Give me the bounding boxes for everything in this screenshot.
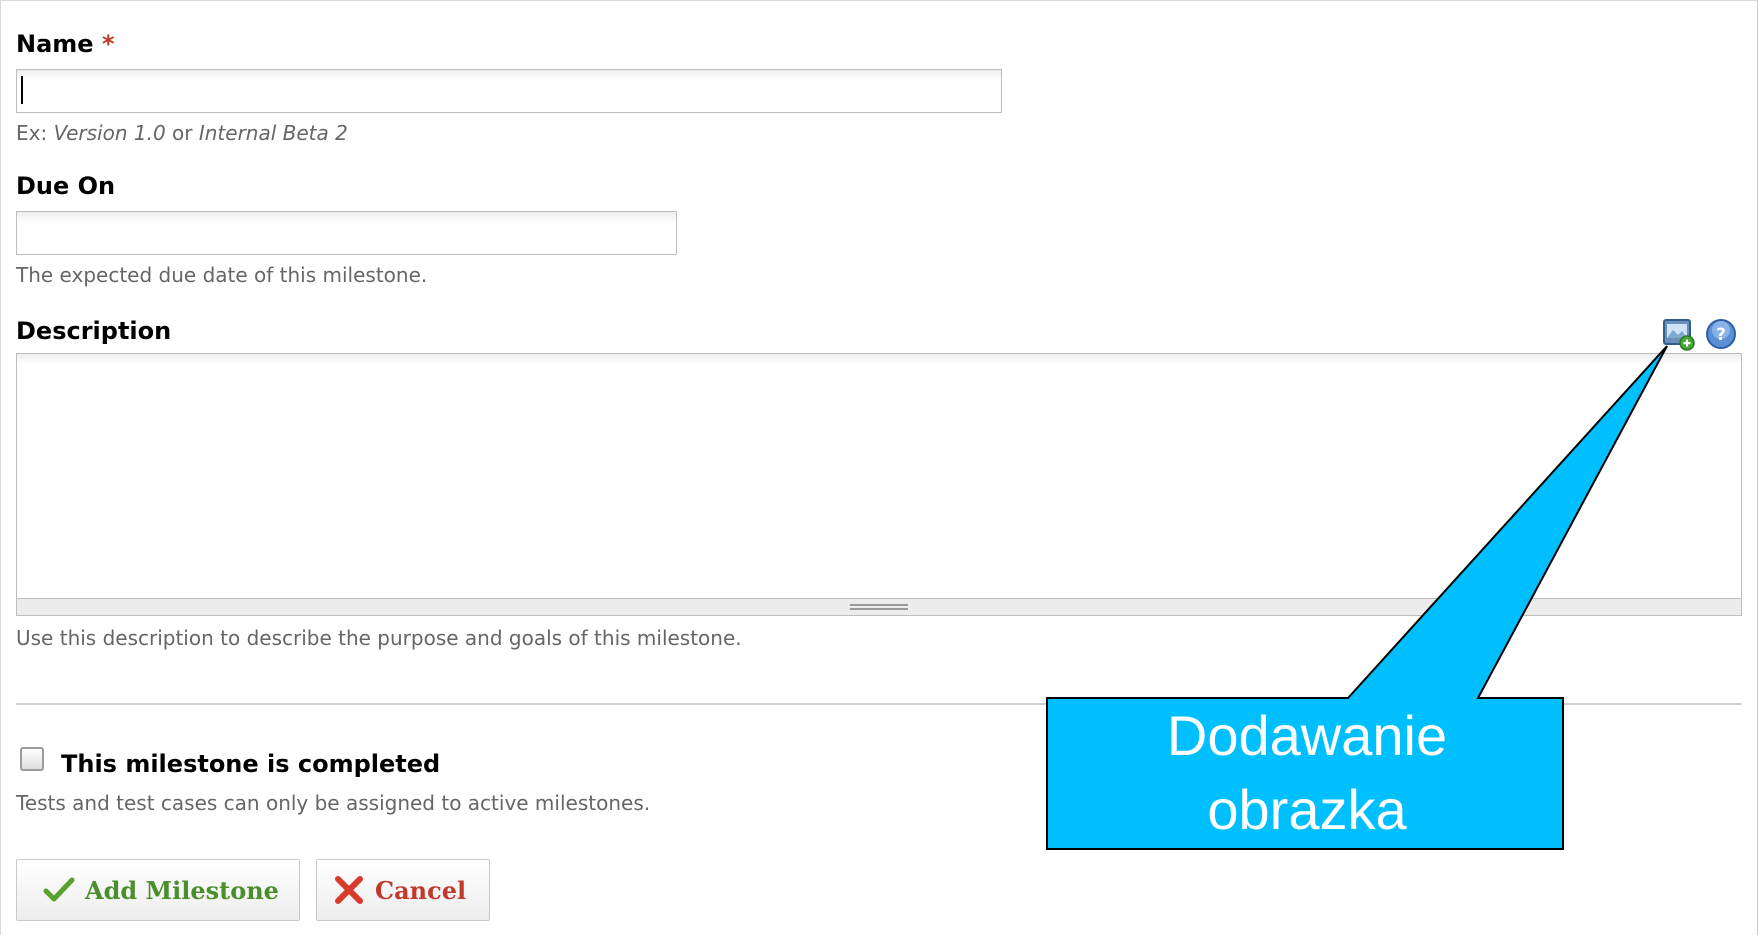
callout-line-2: obrazka [1207,778,1407,841]
callout-line-1: Dodawanie [1166,704,1448,767]
callout-text: Dodawanie obrazka [1047,698,1567,848]
